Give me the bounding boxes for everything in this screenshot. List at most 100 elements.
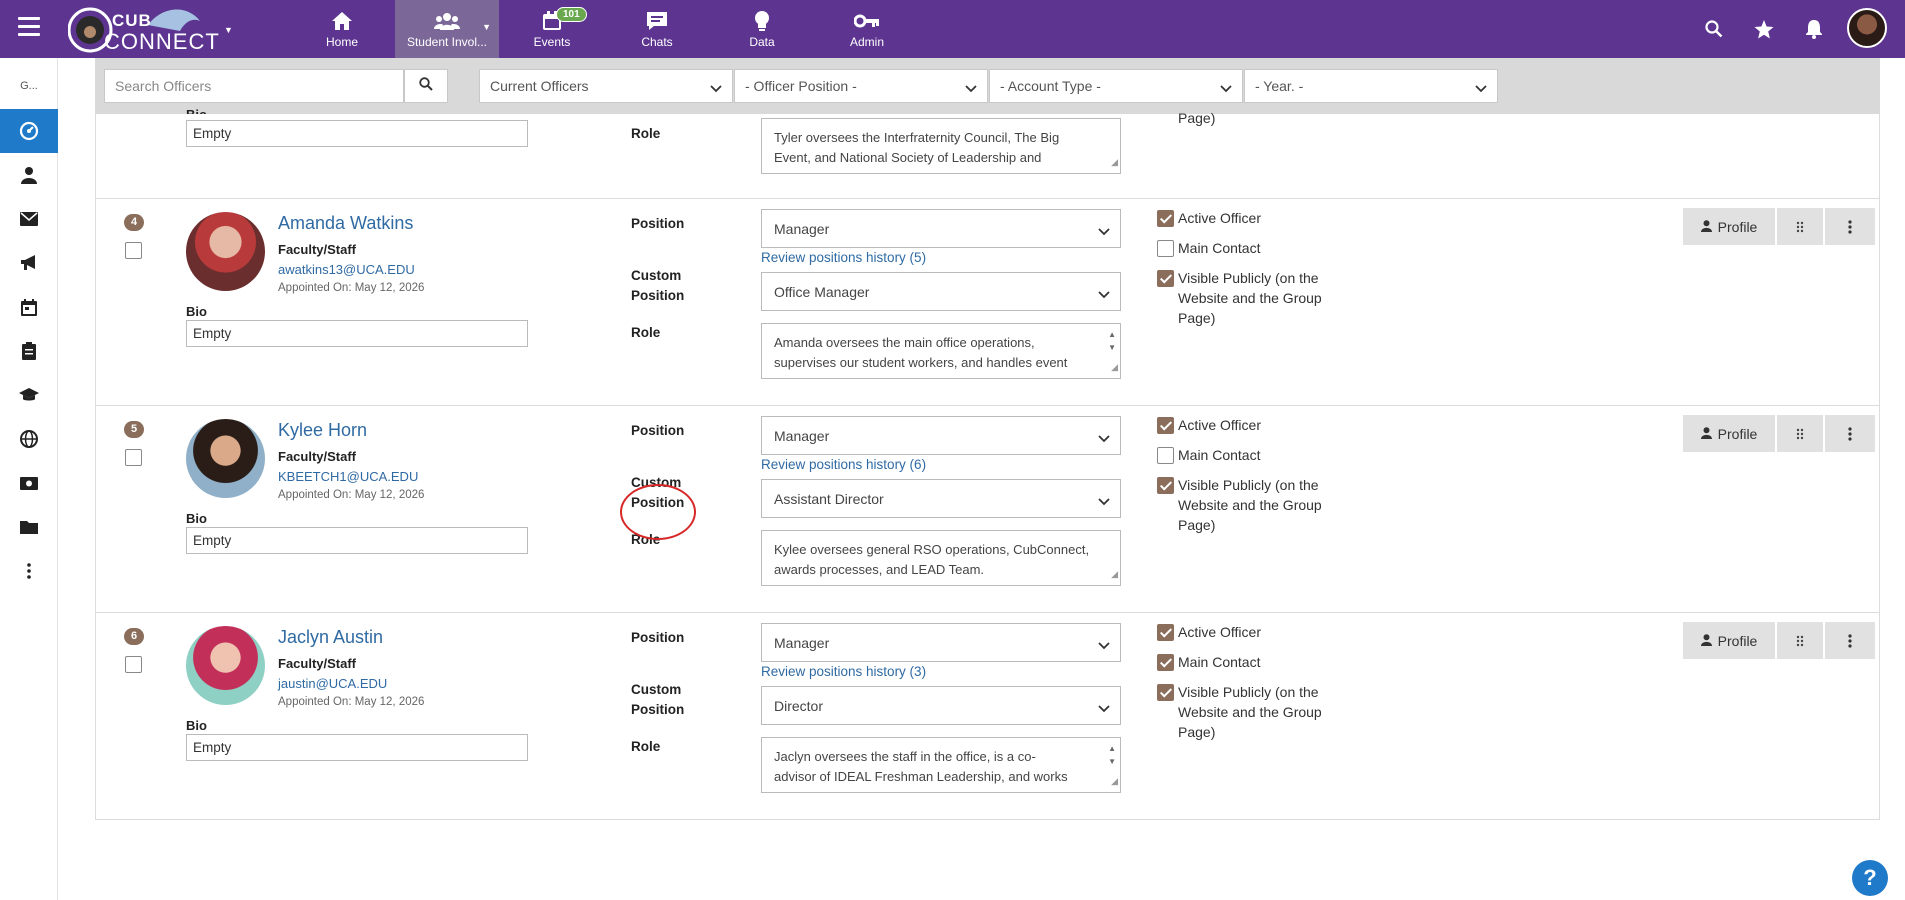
resize-grip-icon[interactable]: ◢ [1111,152,1118,172]
profile-button[interactable]: Profile [1683,208,1775,245]
money-icon[interactable] [0,461,58,505]
mail-icon[interactable] [0,197,58,241]
resize-grip-icon[interactable]: ◢ [1111,771,1118,791]
bio-input[interactable]: Empty [186,527,528,554]
active-officer-checkbox[interactable] [1157,417,1174,434]
bio-input[interactable]: Empty [186,120,528,147]
profile-button[interactable]: Profile [1683,622,1775,659]
search-icon[interactable] [1702,17,1726,41]
active-officer-checkbox[interactable] [1157,210,1174,227]
profile-button[interactable]: Profile [1683,415,1775,452]
row-select-checkbox[interactable] [125,449,142,466]
year-select[interactable]: - Year. - [1244,69,1498,103]
nav-events[interactable]: Events 101 [500,0,604,58]
officer-status-select[interactable]: Current Officers [479,69,733,103]
logo-dropdown-caret-icon[interactable]: ▼ [224,25,233,35]
nav-events-label: Events [533,35,571,49]
visible-publicly-checkbox[interactable] [1157,684,1174,701]
role-text-line: Event, and National Society of Leadershi… [774,150,1042,165]
search-button[interactable] [404,69,448,103]
custom-position-select[interactable]: Office Manager [761,272,1121,311]
officer-appointed-date: Appointed On: May 12, 2026 [278,282,425,294]
nav-student-involvement[interactable]: Student Invol... ▼ [395,0,499,58]
help-question-icon[interactable]: ? [1852,860,1888,896]
graduation-cap-icon[interactable] [0,373,58,417]
role-textarea[interactable]: Tyler oversees the Interfraternity Counc… [761,118,1121,174]
main-contact-checkbox[interactable] [1157,240,1174,257]
visible-publicly-label-line: Website and the Group [1178,497,1322,513]
resize-grip-icon[interactable]: ◢ [1111,357,1118,377]
bio-input[interactable]: Empty [186,734,528,761]
custom-position-value: Director [774,698,824,714]
textarea-scroll-arrows-icon[interactable]: ▲ ▼ [1108,328,1116,354]
nav-admin[interactable]: Admin [815,0,919,58]
profile-button-label: Profile [1717,425,1758,442]
officer-email-link[interactable]: KBEETCH1@UCA.EDU [278,469,418,484]
officer-position-select[interactable]: - Officer Position - [734,69,988,103]
main-contact-checkbox[interactable] [1157,447,1174,464]
custom-position-select[interactable]: Director [761,686,1121,725]
more-options-icon[interactable] [1825,415,1875,452]
drag-handle-grid-icon[interactable] [1777,622,1823,659]
more-options-icon[interactable] [1825,208,1875,245]
drag-handle-grid-icon[interactable] [1777,208,1823,245]
nav-data[interactable]: Data [710,0,814,58]
officer-email-link[interactable]: jaustin@UCA.EDU [278,676,387,691]
custom-position-select[interactable]: Assistant Director [761,479,1121,518]
nav-student-involvement-label: Student Invol... [406,35,488,49]
position-select[interactable]: Manager [761,209,1121,248]
position-select[interactable]: Manager [761,623,1121,662]
visible-publicly-label-line: Website and the Group [1178,704,1322,720]
visible-publicly-checkbox[interactable] [1157,477,1174,494]
chevron-down-icon [710,80,722,96]
textarea-scroll-arrows-icon[interactable]: ▲ ▼ [1108,742,1116,768]
nav-data-label: Data [749,35,775,49]
user-avatar[interactable] [1847,8,1887,48]
more-options-icon[interactable] [1825,622,1875,659]
calendar-icon[interactable] [0,285,58,329]
person-icon[interactable] [0,153,58,197]
officer-name-link[interactable]: Amanda Watkins [278,213,413,234]
review-positions-history-link[interactable]: Review positions history (6) [761,457,926,472]
cubconnect-logo[interactable]: CUB CONNECT [67,3,228,55]
more-vertical-icon[interactable] [0,549,58,593]
megaphone-icon[interactable] [0,241,58,285]
role-textarea[interactable]: Jaclyn oversees the staff in the office,… [761,737,1121,793]
officer-email-link[interactable]: awatkins13@UCA.EDU [278,262,415,277]
active-officer-label: Active Officer [1178,417,1261,433]
globe-icon[interactable] [0,417,58,461]
nav-home[interactable]: Home [290,0,394,58]
clipboard-icon[interactable] [0,329,58,373]
resize-grip-icon[interactable]: ◢ [1111,564,1118,584]
role-label: Role [631,325,661,340]
active-officer-label: Active Officer [1178,210,1261,226]
folder-icon[interactable] [0,505,58,549]
dashboard-icon[interactable] [0,109,58,153]
chevron-down-icon[interactable]: ▼ [482,22,491,32]
active-officer-checkbox[interactable] [1157,624,1174,641]
role-textarea[interactable]: Kylee oversees general RSO operations, C… [761,530,1121,586]
officer-search-input[interactable]: Search Officers [104,69,404,103]
role-textarea[interactable]: Amanda oversees the main office operatio… [761,323,1121,379]
drag-handle-grid-icon[interactable] [1777,415,1823,452]
bell-icon[interactable] [1802,17,1826,41]
group-short-name[interactable]: G... [0,80,58,92]
visible-publicly-checkbox[interactable] [1157,270,1174,287]
position-label: Position [631,216,685,231]
officer-name-link[interactable]: Jaclyn Austin [278,627,383,648]
chevron-down-icon [1098,493,1110,509]
row-select-checkbox[interactable] [125,242,142,259]
star-icon[interactable] [1752,17,1776,41]
hamburger-menu-icon[interactable] [18,17,40,41]
main-contact-checkbox[interactable] [1157,654,1174,671]
review-positions-history-link[interactable]: Review positions history (5) [761,250,926,265]
row-select-checkbox[interactable] [125,656,142,673]
custom-position-label-line: Position [631,702,685,717]
review-positions-history-link[interactable]: Review positions history (3) [761,664,926,679]
position-select[interactable]: Manager [761,416,1121,455]
nav-chats[interactable]: Chats [605,0,709,58]
account-type-select[interactable]: - Account Type - [989,69,1243,103]
bio-input[interactable]: Empty [186,320,528,347]
position-label: Position [631,423,685,438]
officer-name-link[interactable]: Kylee Horn [278,420,367,441]
